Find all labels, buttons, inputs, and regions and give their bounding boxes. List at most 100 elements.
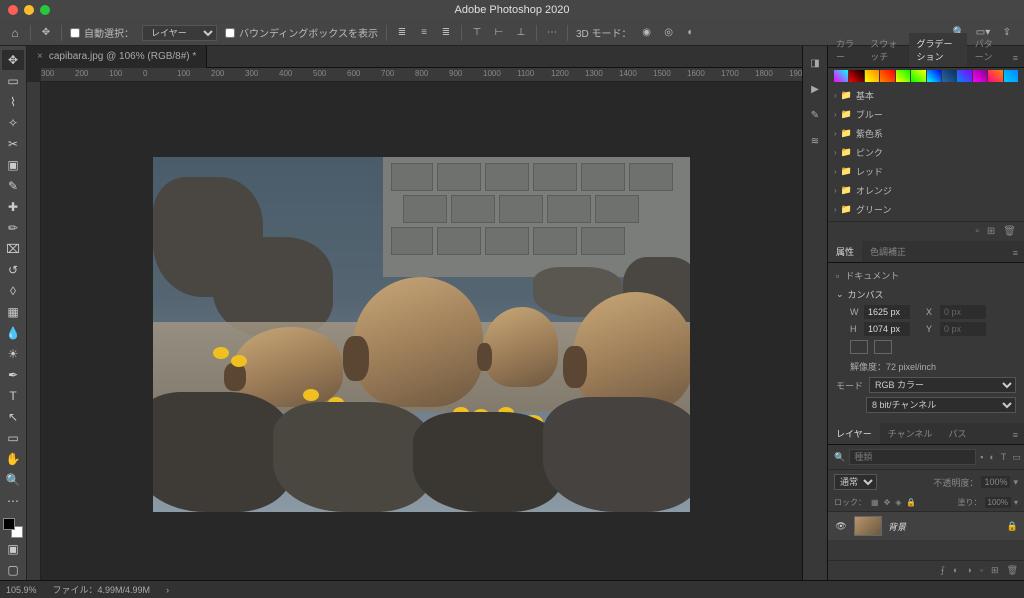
panel-menu-icon[interactable]: ≡ bbox=[1007, 49, 1024, 67]
zoom-level[interactable]: 105.9% bbox=[6, 585, 37, 595]
tab-patterns[interactable]: パターン bbox=[967, 33, 1007, 67]
gradient-folder[interactable]: ›📁ブルー bbox=[832, 105, 1020, 124]
eraser-tool[interactable]: ◊ bbox=[2, 281, 24, 301]
grad-preset[interactable] bbox=[849, 70, 863, 82]
grad-preset[interactable] bbox=[927, 70, 941, 82]
blend-mode-select[interactable]: 通常 bbox=[834, 474, 877, 490]
more-icon[interactable]: ⋯ bbox=[545, 26, 559, 40]
tab-layers[interactable]: レイヤー bbox=[828, 423, 880, 444]
panel-history-icon[interactable]: ◨ bbox=[806, 54, 824, 72]
gradient-folder[interactable]: ›📁基本 bbox=[832, 86, 1020, 105]
type-tool[interactable]: T bbox=[2, 386, 24, 406]
3d-orbit-icon[interactable]: ◉ bbox=[640, 26, 654, 40]
gradient-tool[interactable]: ▦ bbox=[2, 302, 24, 322]
crop-tool[interactable]: ✂ bbox=[2, 134, 24, 154]
quickmask-tool[interactable]: ▣ bbox=[2, 539, 24, 559]
gradient-folder[interactable]: ›📁ピンク bbox=[832, 143, 1020, 162]
move-tool[interactable]: ✥ bbox=[2, 50, 24, 70]
panel-menu-icon[interactable]: ≡ bbox=[1007, 426, 1024, 444]
layer-search-input[interactable] bbox=[849, 449, 976, 465]
distribute-top-icon[interactable]: ⊤ bbox=[470, 26, 484, 40]
gradient-folder[interactable]: ›📁紫色系 bbox=[832, 124, 1020, 143]
tab-close-icon[interactable]: × bbox=[37, 51, 43, 62]
blur-tool[interactable]: 💧 bbox=[2, 323, 24, 343]
gradient-folder[interactable]: ›📁グリーン bbox=[832, 200, 1020, 219]
document-tab[interactable]: × capibara.jpg @ 106% (RGB/8#) * bbox=[27, 46, 207, 68]
grad-preset[interactable] bbox=[896, 70, 910, 82]
maximize-window[interactable] bbox=[40, 5, 50, 15]
lock-position-icon[interactable]: ✥ bbox=[884, 498, 891, 507]
canvas-section-toggle[interactable]: ⌄カンバス bbox=[836, 288, 1016, 301]
canvas-width-input[interactable]: 1625 px bbox=[864, 305, 910, 319]
new-layer-icon[interactable]: ⊞ bbox=[991, 565, 999, 576]
align-left-icon[interactable]: ≣ bbox=[395, 26, 409, 40]
grad-preset[interactable] bbox=[911, 70, 925, 82]
grad-preset[interactable] bbox=[973, 70, 987, 82]
stamp-tool[interactable]: ⌧ bbox=[2, 239, 24, 259]
zoom-tool[interactable]: 🔍 bbox=[2, 470, 24, 490]
3d-slide-icon[interactable]: ◐ bbox=[684, 26, 698, 40]
close-window[interactable] bbox=[8, 5, 18, 15]
bit-depth-select[interactable]: 8 bit/チャンネル bbox=[866, 397, 1016, 413]
screenmode-tool[interactable]: ▢ bbox=[2, 560, 24, 580]
home-icon[interactable]: ⌂ bbox=[8, 26, 22, 40]
lasso-tool[interactable]: ⌇ bbox=[2, 92, 24, 112]
mask-icon[interactable]: ◐ bbox=[953, 565, 958, 576]
history-brush-tool[interactable]: ↺ bbox=[2, 260, 24, 280]
panel-brush-icon[interactable]: ✎ bbox=[806, 106, 824, 124]
orientation-landscape[interactable] bbox=[874, 340, 892, 354]
status-chevron-icon[interactable]: › bbox=[166, 585, 169, 595]
heal-tool[interactable]: ✚ bbox=[2, 197, 24, 217]
grad-preset[interactable] bbox=[1004, 70, 1018, 82]
filter-pixel-icon[interactable]: ▪ bbox=[980, 452, 983, 463]
delete-layer-icon[interactable]: 🗑 bbox=[1007, 565, 1018, 576]
gradient-folder[interactable]: ›📁オレンジ bbox=[832, 181, 1020, 200]
frame-tool[interactable]: ▣ bbox=[2, 155, 24, 175]
fill-value[interactable]: 100% bbox=[985, 497, 1011, 508]
canvas-viewport[interactable] bbox=[41, 82, 802, 580]
tab-paths[interactable]: パス bbox=[940, 423, 974, 444]
path-select-tool[interactable]: ↖ bbox=[2, 407, 24, 427]
lock-icon[interactable]: 🔒 bbox=[906, 498, 916, 507]
hand-tool[interactable]: ✋ bbox=[2, 449, 24, 469]
grad-preset[interactable] bbox=[880, 70, 894, 82]
wand-tool[interactable]: ✧ bbox=[2, 113, 24, 133]
opacity-value[interactable]: 100% bbox=[981, 476, 1010, 488]
fx-icon[interactable]: ⨍ bbox=[940, 565, 945, 576]
minimize-window[interactable] bbox=[24, 5, 34, 15]
adjustment-icon[interactable]: ◑ bbox=[966, 565, 971, 576]
brush-tool[interactable]: ✏ bbox=[2, 218, 24, 238]
layer-thumbnail[interactable] bbox=[854, 516, 882, 536]
tab-gradients[interactable]: グラデーション bbox=[909, 33, 967, 67]
align-right-icon[interactable]: ≣ bbox=[439, 26, 453, 40]
new-preset-icon[interactable]: ⊞ bbox=[987, 226, 995, 237]
grad-preset[interactable] bbox=[834, 70, 848, 82]
gradient-folder[interactable]: ›📁レッド bbox=[832, 162, 1020, 181]
distribute-bottom-icon[interactable]: ⊥ bbox=[514, 26, 528, 40]
group-icon[interactable]: ▫ bbox=[980, 565, 983, 576]
shape-tool[interactable]: ▭ bbox=[2, 428, 24, 448]
ruler-vertical[interactable] bbox=[27, 82, 41, 580]
grad-preset[interactable] bbox=[988, 70, 1002, 82]
bounding-box-toggle[interactable]: バウンディングボックスを表示 bbox=[225, 25, 378, 40]
lock-all-icon[interactable]: ▦ bbox=[871, 498, 879, 507]
new-folder-icon[interactable]: ▫ bbox=[975, 226, 979, 237]
auto-select-toggle[interactable]: 自動選択： bbox=[70, 25, 134, 40]
lock-pixels-icon[interactable]: ◈ bbox=[895, 498, 901, 507]
pen-tool[interactable]: ✒ bbox=[2, 365, 24, 385]
dodge-tool[interactable]: ☀ bbox=[2, 344, 24, 364]
file-size[interactable]: ファイル：4.99M/4.99M bbox=[53, 583, 151, 596]
color-swatch[interactable] bbox=[3, 518, 23, 538]
orientation-portrait[interactable] bbox=[850, 340, 868, 354]
ruler-horizontal[interactable]: 3002001000100200300400500600700800900100… bbox=[41, 68, 802, 82]
panel-libraries-icon[interactable]: ≋ bbox=[806, 132, 824, 150]
eyedropper-tool[interactable]: ✎ bbox=[2, 176, 24, 196]
filter-adjust-icon[interactable]: ◐ bbox=[989, 452, 994, 463]
auto-select-target[interactable]: レイヤー bbox=[142, 25, 217, 41]
filter-shape-icon[interactable]: ▭ bbox=[1012, 452, 1021, 463]
filter-type-icon[interactable]: T bbox=[1001, 452, 1007, 463]
align-center-icon[interactable]: ≡ bbox=[417, 26, 431, 40]
grad-preset[interactable] bbox=[865, 70, 879, 82]
tab-color[interactable]: カラー bbox=[828, 33, 862, 67]
distribute-vcenter-icon[interactable]: ⊢ bbox=[492, 26, 506, 40]
